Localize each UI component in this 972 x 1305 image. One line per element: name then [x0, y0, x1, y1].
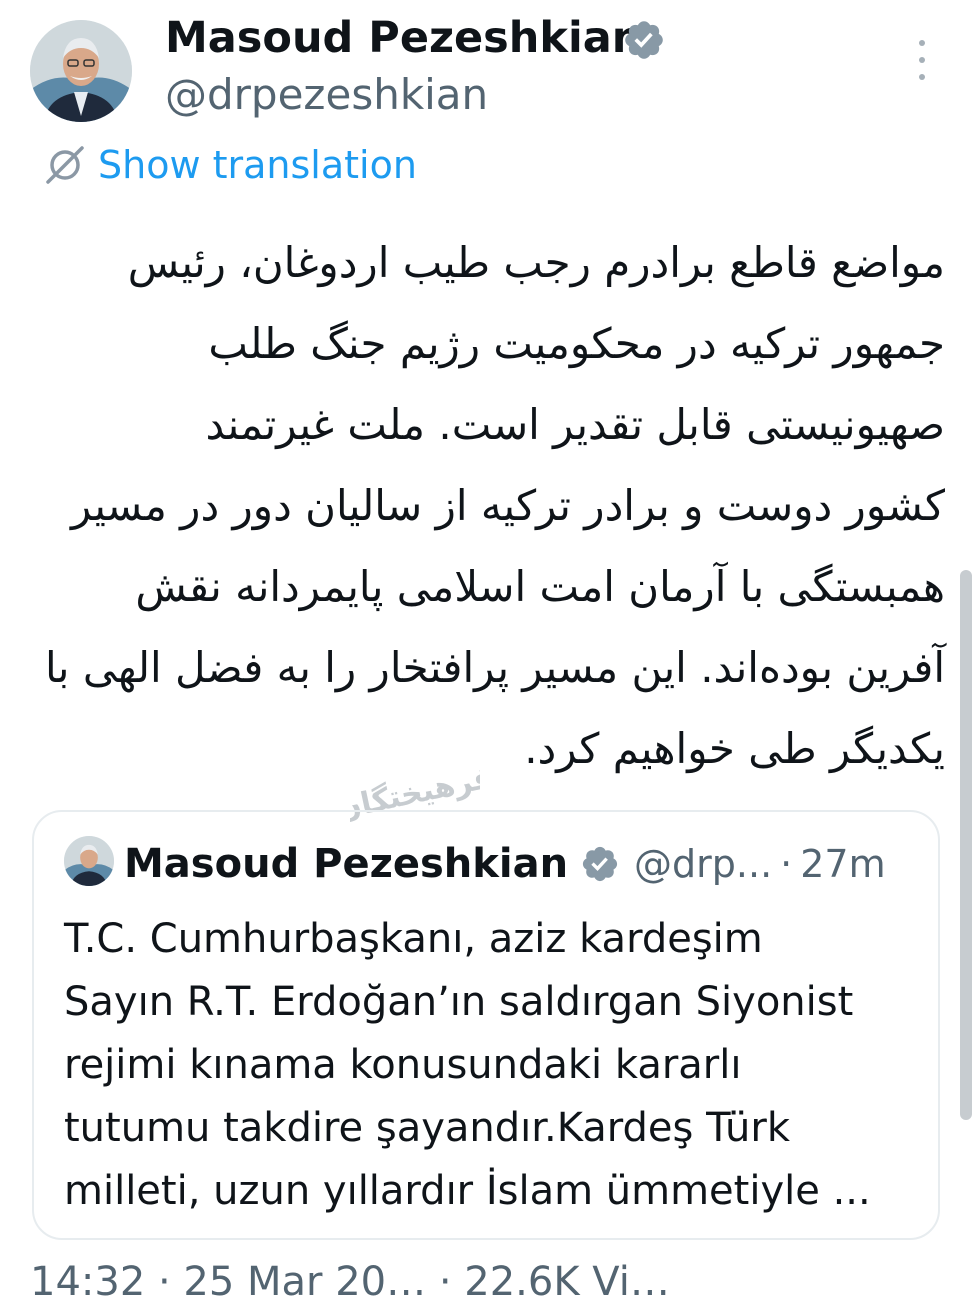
quoted-author-name: Masoud Pezeshkian [124, 841, 569, 887]
tweet-text-line: یکدیگر طی خواهیم کرد. [524, 724, 945, 773]
author-handle[interactable]: @drpezeshkian [165, 68, 488, 122]
tweet-text-line: جمهور ترکیه در محکومیت رژیم جنگ طلب [208, 319, 945, 368]
quoted-tweet-header: Masoud Pezeshkian @drp... · 27m [124, 836, 912, 892]
tweet-text-line: مواضع قاطع برادرم رجب طیب اردوغان، رئیس [127, 238, 945, 287]
quoted-author-handle: @drp... [634, 842, 773, 886]
quoted-text-line: Sayın R.T. Erdoğan’ın saldırgan Siyonist [64, 979, 854, 1025]
author-avatar[interactable] [30, 20, 132, 122]
more-options-button[interactable] [905, 40, 939, 80]
tweet-text-line: آفرین بوده‌اند. این مسیر پرافتخار را به … [45, 643, 945, 692]
scrollbar-thumb[interactable] [960, 570, 972, 1120]
tweet-meta-cutoff: 14:32 · 25 Mar 20… · 22.6K Vi… [30, 1259, 670, 1305]
show-translation-label: Show translation [98, 143, 417, 187]
quoted-tweet-card[interactable]: Masoud Pezeshkian @drp... · 27m T.C. Cum… [32, 810, 940, 1240]
tweet-text-line: کشور دوست و برادر ترکیه از سالیان دور در… [71, 481, 945, 530]
quoted-timestamp: 27m [800, 842, 886, 886]
show-translation-link[interactable]: Show translation [42, 140, 417, 190]
verified-badge-icon [625, 21, 663, 59]
quoted-text-line: tutumu takdire şayandır.Kardeş Türk [64, 1105, 790, 1151]
quoted-author-avatar [64, 836, 114, 886]
author-name[interactable]: Masoud Pezeshkian [165, 10, 642, 66]
quoted-tweet-text: T.C. Cumhurbaşkanı, aziz kardeşim Sayın … [64, 908, 924, 1223]
separator-dot: · [780, 842, 793, 886]
translate-icon [46, 146, 84, 184]
tweet-text: مواضع قاطع برادرم رجب طیب اردوغان، رئیس … [30, 222, 945, 789]
verified-badge-icon [582, 846, 618, 882]
tweet-text-line: همبستگی با آرمان امت اسلامی پایمردانه نق… [135, 562, 945, 611]
quoted-text-line: milleti, uzun yıllardır İslam ümmetiyle … [64, 1168, 871, 1214]
more-vertical-icon [919, 40, 925, 46]
quoted-text-line: T.C. Cumhurbaşkanı, aziz kardeşim [64, 916, 763, 962]
quoted-text-line: rejimi kınama konusundaki kararlı [64, 1042, 742, 1088]
tweet-text-line: صهیونیستی قابل تقدیر است. ملت غیرتمند [205, 400, 945, 449]
